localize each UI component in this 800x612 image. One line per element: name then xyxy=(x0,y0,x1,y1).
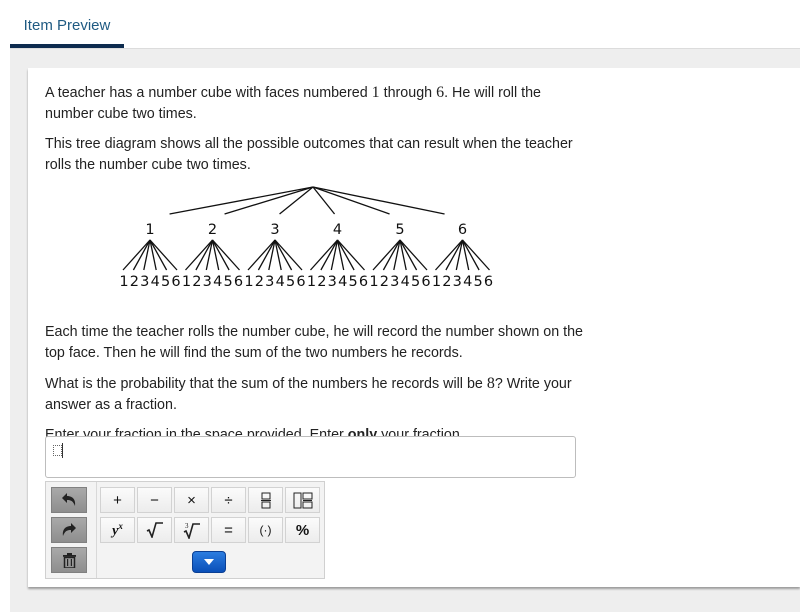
second-roll-label: 4 xyxy=(151,274,160,290)
equals-key[interactable]: = xyxy=(211,517,246,543)
second-roll-label: 3 xyxy=(328,274,337,290)
second-roll-label: 1 xyxy=(182,274,191,290)
first-roll-label: 3 xyxy=(270,222,279,238)
text: through xyxy=(379,85,437,101)
second-roll-label: 2 xyxy=(317,274,326,290)
second-roll-label: 3 xyxy=(265,274,274,290)
paragraph-2: This tree diagram shows all the possible… xyxy=(45,136,573,173)
second-roll-label: 5 xyxy=(223,274,232,290)
chevron-down-icon xyxy=(204,559,214,565)
minus-key[interactable]: − xyxy=(137,487,172,513)
undo-button[interactable] xyxy=(51,487,87,513)
number: 1 xyxy=(371,84,380,101)
answer-input[interactable] xyxy=(45,436,576,478)
mixed-number-icon xyxy=(293,492,312,508)
fraction-icon xyxy=(260,492,271,508)
second-roll-label: 3 xyxy=(453,274,462,290)
second-roll-label: 2 xyxy=(255,274,264,290)
mixed-number-key[interactable] xyxy=(285,487,320,513)
clear-button[interactable] xyxy=(51,547,87,573)
square-root-icon xyxy=(146,522,163,538)
second-roll-label: 4 xyxy=(276,274,285,290)
second-roll-label: 2 xyxy=(442,274,451,290)
paragraph-1: A teacher has a number cube with faces n… xyxy=(45,82,585,125)
paragraph-3: Each time the teacher rolls the number c… xyxy=(45,324,584,361)
tab-bar: Item Preview xyxy=(0,0,800,48)
redo-button[interactable] xyxy=(51,517,87,543)
second-roll-label: 6 xyxy=(421,274,430,290)
key-label: + xyxy=(113,491,122,509)
second-roll-label: 1 xyxy=(307,274,316,290)
second-roll-label: 4 xyxy=(463,274,472,290)
first-roll-label: 2 xyxy=(208,222,217,238)
cube-root-key[interactable]: 3 xyxy=(174,517,209,543)
question-card: A teacher has a number cube with faces n… xyxy=(28,68,800,587)
second-roll-label: 5 xyxy=(473,274,482,290)
second-roll-label: 6 xyxy=(296,274,305,290)
first-roll-branch xyxy=(279,186,314,215)
second-roll-label: 3 xyxy=(390,274,399,290)
percent-key[interactable]: % xyxy=(285,517,320,543)
key-label: (·) xyxy=(259,523,272,537)
exponent-key[interactable]: yx xyxy=(100,517,135,543)
first-roll-label: 4 xyxy=(333,222,342,238)
fraction-key[interactable] xyxy=(248,487,283,513)
text: A teacher has a number cube with faces n… xyxy=(45,85,372,101)
plus-key[interactable]: + xyxy=(100,487,135,513)
tab-item-preview[interactable]: Item Preview xyxy=(10,0,124,48)
second-roll-label: 6 xyxy=(484,274,493,290)
divide-key[interactable]: ÷ xyxy=(211,487,246,513)
key-label: × xyxy=(187,491,196,509)
key-label: = xyxy=(224,521,233,539)
key-label: % xyxy=(295,521,310,539)
key-label: − xyxy=(150,491,159,509)
cube-root-icon: 3 xyxy=(183,522,200,539)
second-roll-label: 1 xyxy=(432,274,441,290)
preview-area: A teacher has a number cube with faces n… xyxy=(10,48,800,612)
undo-icon xyxy=(62,493,76,506)
first-roll-branch xyxy=(169,186,314,215)
first-roll-label: 1 xyxy=(145,222,154,238)
more-keys-button[interactable] xyxy=(192,551,226,573)
trash-icon xyxy=(62,552,76,568)
second-roll-label: 5 xyxy=(411,274,420,290)
number: 6 xyxy=(436,84,445,101)
redo-icon xyxy=(62,523,76,536)
text-cursor xyxy=(62,443,63,458)
times-key[interactable]: × xyxy=(174,487,209,513)
second-roll-label: 5 xyxy=(161,274,170,290)
tree-diagram: 1123456212345631234564123456512345661234… xyxy=(119,184,510,299)
parentheses-key[interactable]: (·) xyxy=(248,517,283,543)
second-roll-label: 2 xyxy=(192,274,201,290)
second-roll-label: 1 xyxy=(244,274,253,290)
second-roll-label: 6 xyxy=(359,274,368,290)
paragraph-4: What is the probability that the sum of … xyxy=(45,373,585,416)
second-roll-label: 4 xyxy=(401,274,410,290)
first-roll-label: 6 xyxy=(458,222,467,238)
math-toolbar: + − × ÷ yx 3 = (·) % xyxy=(45,481,325,579)
second-roll-label: 5 xyxy=(348,274,357,290)
second-roll-label: 5 xyxy=(286,274,295,290)
second-roll-label: 3 xyxy=(203,274,212,290)
toolbar-side-column xyxy=(46,482,97,578)
second-roll-label: 1 xyxy=(369,274,378,290)
tree-diagram-svg: 11 2 3 4 5 621 2 3 4 5 631 2 3 4 5 641 2 3 4 5 651 2 3 4 5 661 2 3 4… xyxy=(119,186,493,290)
second-roll-label: 2 xyxy=(380,274,389,290)
first-roll-label: 5 xyxy=(395,222,404,238)
second-roll-label: 2 xyxy=(130,274,139,290)
second-roll-label: 4 xyxy=(213,274,222,290)
text: What is the probability that the sum of … xyxy=(45,376,487,392)
svg-text:3: 3 xyxy=(185,522,189,530)
key-label: ÷ xyxy=(224,491,233,509)
second-roll-label: 3 xyxy=(140,274,149,290)
square-root-key[interactable] xyxy=(137,517,172,543)
second-roll-label: 1 xyxy=(120,274,129,290)
number: 8 xyxy=(486,375,495,392)
placeholder-box xyxy=(53,445,62,456)
second-roll-label: 4 xyxy=(338,274,347,290)
second-roll-label: 6 xyxy=(234,274,243,290)
second-roll-label: 6 xyxy=(171,274,180,290)
key-label: yx xyxy=(112,520,123,539)
